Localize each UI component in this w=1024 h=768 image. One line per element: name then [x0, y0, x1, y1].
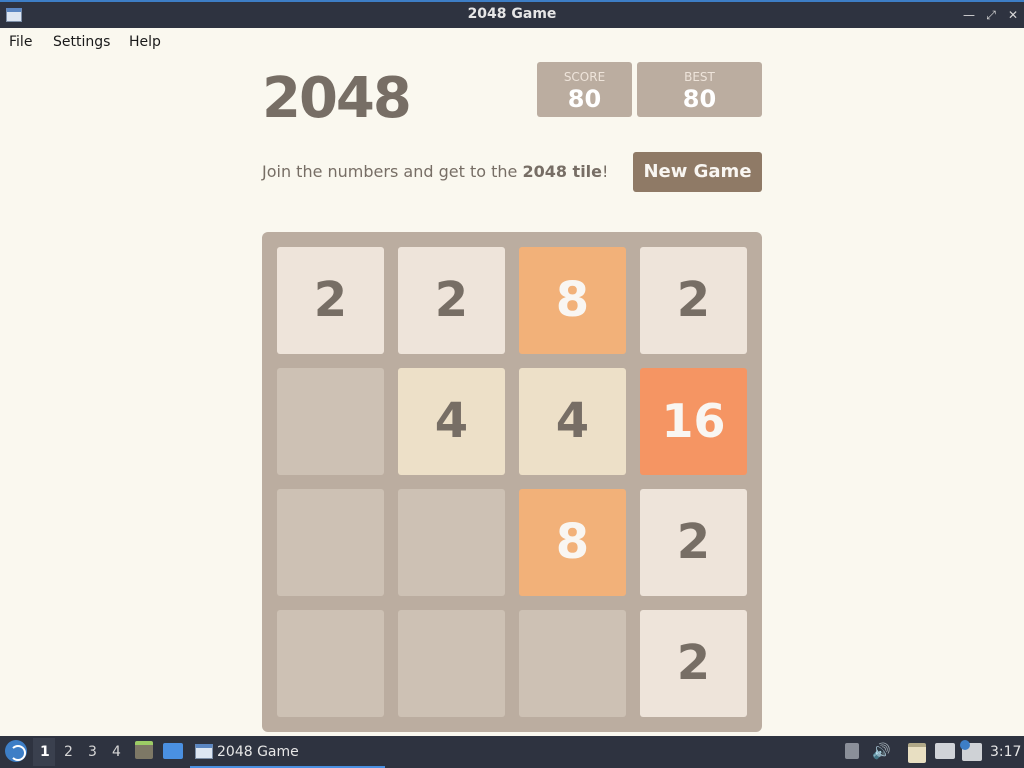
tile-r0-c2: 8 [519, 247, 626, 354]
close-icon[interactable]: ✕ [1004, 5, 1022, 25]
tile-r2-c1 [398, 489, 505, 596]
tile-r2-c3: 2 [640, 489, 747, 596]
tray-expand-icon[interactable] [845, 743, 859, 759]
best-value: 80 [682, 85, 717, 113]
update-notification-icon[interactable] [960, 740, 982, 761]
tile-r1-c3: 16 [640, 368, 747, 475]
show-desktop-icon[interactable] [163, 743, 183, 759]
score-label: SCORE [563, 70, 606, 84]
taskbar-window-label: 2048 Game [217, 744, 299, 760]
tile-r3-c2 [519, 610, 626, 717]
new-game-button[interactable]: New Game [633, 152, 762, 192]
best-box: BEST 80 [637, 62, 762, 117]
window-title: 2048 Game [467, 6, 557, 22]
menu-file[interactable]: File [9, 34, 32, 50]
game-board[interactable]: 2 2 8 2 4 4 16 8 2 2 [262, 232, 762, 732]
window-icon [195, 744, 213, 759]
file-manager-icon[interactable] [135, 741, 153, 759]
menu-settings[interactable]: Settings [53, 34, 110, 50]
clipboard-icon[interactable] [908, 743, 926, 763]
game-title: 2048 [262, 66, 412, 131]
tile-r3-c3: 2 [640, 610, 747, 717]
tile-r1-c1: 4 [398, 368, 505, 475]
tile-r2-c2: 8 [519, 489, 626, 596]
taskbar-window-2048[interactable]: 2048 Game [190, 736, 385, 768]
tile-r3-c1 [398, 610, 505, 717]
tile-r0-c3: 2 [640, 247, 747, 354]
workspace-3[interactable]: 3 [88, 744, 97, 760]
intro-prefix: Join the numbers and get to the [262, 162, 523, 181]
start-menu-icon[interactable] [5, 740, 27, 762]
score-value: 80 [567, 85, 602, 113]
workspace-2[interactable]: 2 [64, 744, 73, 760]
menu-help[interactable]: Help [129, 34, 161, 50]
intro-goal: 2048 tile [522, 162, 603, 181]
game-intro: Join the numbers and get to the 2048 til… [262, 162, 608, 181]
tile-r2-c0 [277, 489, 384, 596]
volume-icon[interactable]: 🔊 [872, 742, 891, 760]
best-label: BEST [684, 70, 715, 84]
clock[interactable]: 3:17 [990, 744, 1021, 760]
menu-bar: File Settings Help [0, 28, 1024, 56]
intro-suffix: ! [602, 162, 609, 181]
taskbar: 1 2 3 4 2048 Game 🔊 3:17 [0, 736, 1024, 768]
tile-r0-c0: 2 [277, 247, 384, 354]
minimize-icon[interactable]: — [960, 5, 978, 25]
tile-r1-c0 [277, 368, 384, 475]
tile-r1-c2: 4 [519, 368, 626, 475]
tile-r0-c1: 2 [398, 247, 505, 354]
restore-icon[interactable]: ⤢ [982, 5, 1000, 25]
network-icon[interactable] [935, 743, 955, 759]
score-box: SCORE 80 [537, 62, 632, 117]
workspace-1[interactable]: 1 [40, 744, 50, 760]
title-bar: 2048 Game — ⤢ ✕ [0, 0, 1024, 28]
tile-r3-c0 [277, 610, 384, 717]
workspace-4[interactable]: 4 [112, 744, 121, 760]
